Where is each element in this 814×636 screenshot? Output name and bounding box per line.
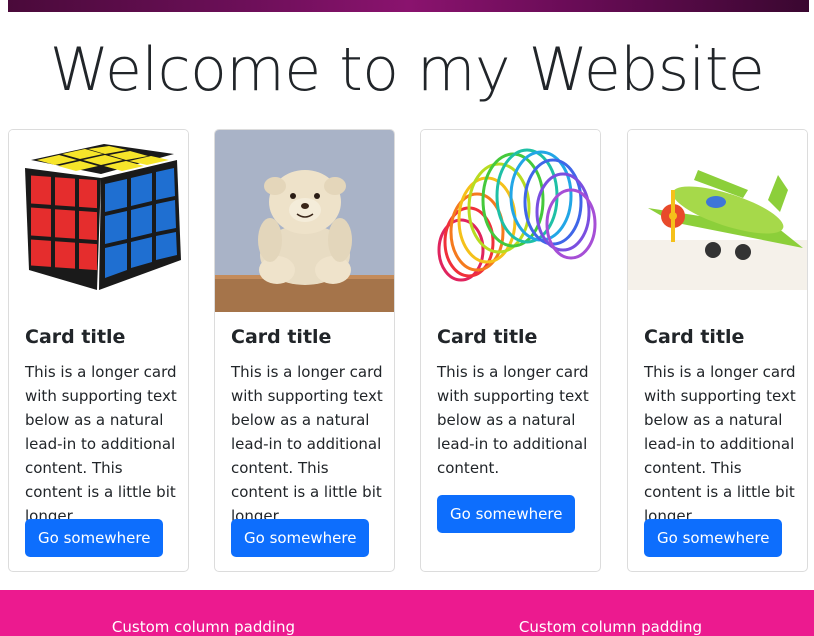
go-somewhere-button[interactable]: Go somewhere [644, 519, 783, 557]
card-text: This is a longer card with supporting te… [644, 363, 796, 525]
rainbow-slinky-image [421, 130, 600, 312]
card-title: Card title [644, 326, 745, 348]
teddy-bear-image [215, 130, 394, 312]
go-somewhere-button[interactable]: Go somewhere [25, 519, 164, 557]
footer-column-text: Custom column padding [111, 618, 296, 636]
card: Card title This is a longer card with su… [420, 129, 601, 572]
card-row: Card title This is a longer card with su… [0, 129, 814, 574]
card-text: This is a longer card with supporting te… [437, 363, 589, 477]
hero-banner-strip [8, 0, 809, 12]
footer-band: Custom column padding Custom column padd… [0, 590, 814, 636]
card-text: This is a longer card with supporting te… [25, 363, 177, 525]
page-title: Welcome to my Website [49, 35, 765, 105]
card: Card title This is a longer card with su… [214, 129, 395, 572]
footer-column-text: Custom column padding [518, 618, 703, 636]
rubiks-cube-image [9, 130, 188, 312]
toy-airplane-image [628, 130, 807, 312]
card-title: Card title [437, 326, 538, 348]
card-title: Card title [25, 326, 126, 348]
go-somewhere-button[interactable]: Go somewhere [231, 519, 370, 557]
card-text: This is a longer card with supporting te… [231, 363, 383, 525]
card: Card title This is a longer card with su… [8, 129, 189, 572]
card-title: Card title [231, 326, 332, 348]
card: Card title This is a longer card with su… [627, 129, 808, 572]
go-somewhere-button[interactable]: Go somewhere [437, 495, 576, 533]
